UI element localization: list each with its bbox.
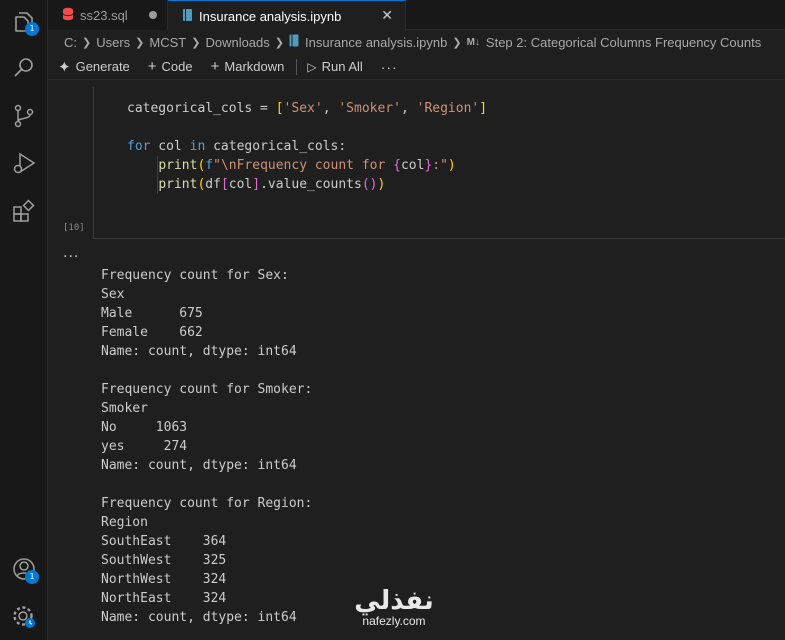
notebook-icon (289, 34, 299, 50)
add-code-button[interactable]: + Code (148, 58, 193, 75)
plus-icon: + (147, 58, 157, 75)
chevron-right-icon: ❯ (191, 36, 201, 49)
watermark-arabic: نفذلي (354, 586, 434, 616)
source-control-icon[interactable] (10, 102, 38, 130)
output-line: yes 274 (101, 439, 188, 454)
output-line: No 1063 (101, 420, 188, 435)
tab-label: Insurance analysis.ipynb (199, 8, 342, 24)
output-line: Male 675 (101, 306, 203, 321)
activity-bar: 1 1 (0, 0, 48, 640)
chevron-right-icon: ❯ (452, 36, 462, 49)
breadcrumb-item[interactable]: MCST (149, 35, 186, 50)
code-label: Code (161, 59, 193, 74)
chevron-right-icon: ❯ (82, 36, 92, 49)
output-line: SouthWest 325 (101, 553, 227, 568)
tab-label: ss23.sql (80, 7, 128, 23)
output-line: Sex (101, 287, 125, 302)
add-markdown-button[interactable]: + Markdown (211, 58, 285, 75)
search-icon[interactable] (10, 54, 38, 82)
output-line: NorthWest 324 (101, 572, 227, 587)
breadcrumb-item[interactable]: Downloads (205, 35, 269, 50)
execution-count: [10] (63, 223, 85, 233)
chevron-right-icon: ❯ (135, 36, 145, 49)
chevron-right-icon: ❯ (274, 36, 284, 49)
database-icon (62, 7, 74, 24)
sparkle-icon: ✦ (58, 58, 71, 76)
breadcrumb-section[interactable]: Step 2: Categorical Columns Frequency Co… (486, 35, 761, 50)
output-line: Name: count, dtype: int64 (101, 344, 297, 359)
output-line: Female 662 (101, 325, 203, 340)
notebook-editor: categorical_cols = ['Sex', 'Smoker', 'Re… (48, 81, 785, 640)
run-all-button[interactable]: ▷ Run All (307, 59, 362, 74)
output-more-button[interactable]: ··· (63, 249, 79, 265)
markdown-icon: M↓ (466, 36, 480, 48)
output-line: SouthEast 364 (101, 534, 227, 549)
output-line: Frequency count for Region: (101, 496, 313, 511)
notebook-toolbar: ✦ Generate + Code + Markdown ▷ Run All ·… (48, 54, 785, 80)
output-line: Frequency count for Sex: (101, 268, 289, 283)
output-line: NorthEast 324 (101, 591, 227, 606)
tab-ss23-sql[interactable]: ss23.sql (48, 0, 168, 30)
output-line: Region (101, 515, 148, 530)
output-line: Name: count, dtype: int64 (101, 610, 297, 625)
tab-insurance-analysis[interactable]: Insurance analysis.ipynb ✕ (168, 0, 406, 31)
generate-label: Generate (75, 59, 130, 74)
breadcrumb-item[interactable]: Users (96, 35, 130, 50)
watermark-logo: نفذلي nafezly.com (344, 586, 444, 628)
extensions-icon[interactable] (10, 198, 38, 226)
run-debug-icon[interactable] (10, 149, 38, 177)
explorer-badge: 1 (25, 22, 39, 36)
indent-guide (157, 156, 158, 194)
code-cell[interactable]: categorical_cols = ['Sex', 'Smoker', 'Re… (93, 87, 785, 239)
cell-output: Frequency count for Sex: Sex Male 675 Femal… (101, 266, 312, 627)
breadcrumb: C: ❯ Users ❯ MCST ❯ Downloads ❯ Insurance an… (48, 31, 785, 53)
toolbar-divider (296, 58, 298, 75)
breadcrumb-item[interactable]: Insurance analysis.ipynb (305, 35, 447, 50)
code-editor[interactable]: categorical_cols = ['Sex', 'Smoker', 'Re… (127, 99, 487, 194)
plus-icon: + (210, 58, 220, 75)
output-line: Smoker (101, 401, 148, 416)
output-line: Frequency count for Smoker: (101, 382, 313, 397)
accounts-badge: 1 (25, 570, 39, 584)
markdown-label: Markdown (224, 59, 285, 74)
more-actions-button[interactable]: ··· (381, 59, 398, 75)
output-line: Name: count, dtype: int64 (101, 458, 297, 473)
play-icon: ▷ (307, 59, 317, 74)
run-all-label: Run All (321, 59, 363, 74)
tab-bar: ss23.sql Insurance analysis.ipynb ✕ (48, 0, 785, 31)
generate-button[interactable]: ✦ Generate (58, 58, 130, 76)
notebook-icon (182, 8, 193, 25)
watermark-url: nafezly.com (362, 614, 426, 628)
breadcrumb-item[interactable]: C: (64, 35, 77, 50)
modified-dot-icon[interactable] (149, 11, 157, 19)
manage-gear-icon[interactable] (10, 603, 38, 631)
close-icon[interactable]: ✕ (381, 7, 393, 24)
